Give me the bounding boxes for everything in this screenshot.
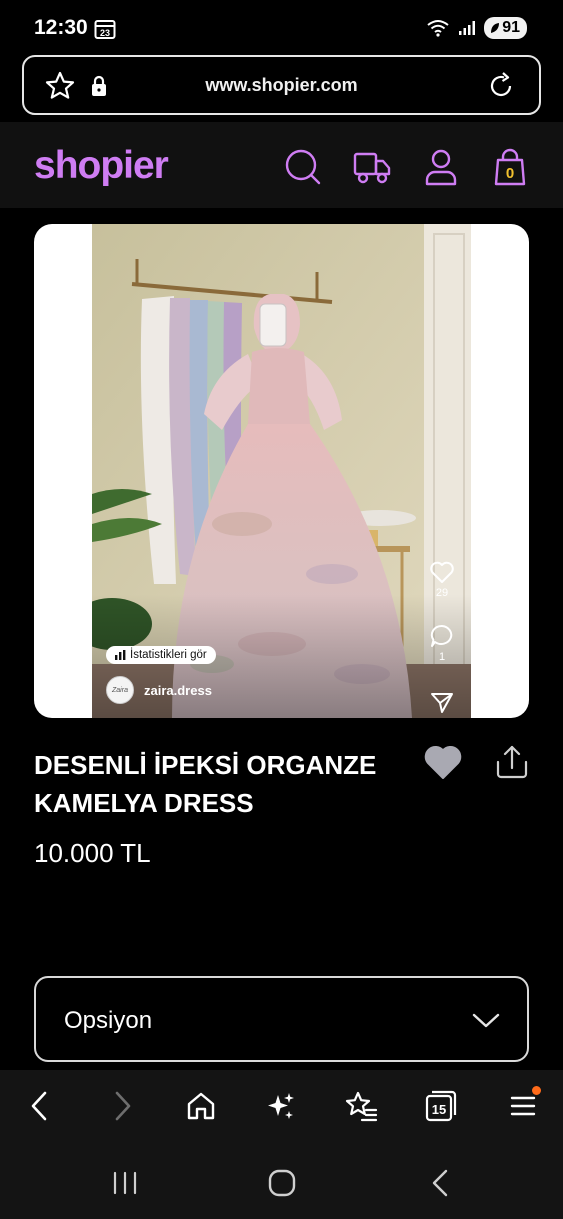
browser-toolbar: 15	[0, 1070, 563, 1146]
battery-indicator: 91	[484, 17, 527, 39]
product-image-card[interactable]: İstatistikleri gör Zaira zaira.dress 29 …	[34, 224, 529, 718]
send-icon	[431, 693, 453, 713]
view-stats-button[interactable]: İstatistikleri gör	[106, 646, 216, 664]
tabs-icon: 15	[425, 1090, 457, 1122]
status-indicators: 91	[426, 17, 527, 39]
shopier-logo[interactable]: shopier	[34, 144, 169, 188]
product-photo[interactable]: İstatistikleri gör Zaira zaira.dress 29 …	[92, 224, 471, 718]
bar-chart-icon	[115, 650, 126, 660]
product-title: DESENLİ İPEKSİ ORGANZE KAMELYA DRESS	[34, 750, 377, 818]
tab-count: 15	[431, 1101, 447, 1117]
like-count: 29	[435, 587, 449, 599]
back-icon	[31, 1091, 47, 1121]
site-header: shopier 0	[0, 122, 563, 208]
reload-icon[interactable]	[485, 70, 517, 102]
bag-icon[interactable]: 0	[491, 148, 529, 186]
home-icon	[187, 1092, 215, 1120]
ai-features-button[interactable]	[263, 1088, 299, 1124]
battery-level: 91	[502, 19, 520, 36]
status-time: 12:30	[34, 16, 88, 39]
back-chevron-icon[interactable]	[424, 1166, 458, 1200]
home-circle-icon[interactable]	[265, 1166, 299, 1200]
menu-button[interactable]	[505, 1086, 541, 1124]
product-price: 10.000 TL	[34, 838, 151, 868]
status-bar: 12:30 23 91	[0, 0, 563, 54]
dress-photo-illustration	[92, 224, 471, 718]
sparkle-icon	[268, 1093, 294, 1119]
heart-outline-icon	[430, 561, 454, 583]
send-action[interactable]	[427, 692, 457, 717]
chevron-down-icon	[472, 1013, 500, 1028]
author-username: zaira.dress	[144, 682, 212, 698]
recents-icon[interactable]	[108, 1166, 142, 1200]
like-action[interactable]: 29	[427, 560, 457, 599]
back-button[interactable]	[22, 1088, 58, 1124]
option-select[interactable]: Opsiyon	[34, 976, 529, 1062]
leaf-icon	[491, 23, 500, 33]
author-avatar: Zaira	[106, 676, 134, 704]
forward-button[interactable]	[104, 1088, 140, 1124]
forward-icon	[115, 1091, 131, 1121]
comment-icon	[430, 624, 453, 647]
wifi-icon	[427, 20, 449, 37]
cart-count: 0	[506, 165, 514, 182]
search-icon[interactable]	[284, 148, 322, 186]
signal-icon	[459, 21, 476, 35]
bookmarks-button[interactable]	[343, 1088, 379, 1124]
calendar-icon: 23	[94, 20, 116, 39]
home-button[interactable]	[183, 1088, 219, 1124]
address-bar[interactable]: www.shopier.com	[22, 55, 541, 115]
comment-action[interactable]: 1	[427, 624, 457, 663]
bookmarks-icon	[345, 1091, 378, 1122]
notification-dot	[532, 1086, 541, 1095]
option-select-label: Opsiyon	[64, 1007, 153, 1034]
favorite-heart-icon[interactable]	[424, 744, 462, 780]
url-text[interactable]: www.shopier.com	[24, 75, 539, 96]
comment-count: 1	[438, 651, 446, 663]
system-navigation-bar	[0, 1146, 563, 1219]
share-icon[interactable]	[494, 744, 530, 780]
tabs-button[interactable]: 15	[423, 1088, 459, 1124]
truck-icon[interactable]	[353, 148, 391, 186]
user-icon[interactable]	[422, 148, 460, 186]
view-stats-label: İstatistikleri gör	[130, 649, 207, 661]
menu-icon	[509, 1086, 541, 1120]
reel-author[interactable]: Zaira zaira.dress	[106, 676, 212, 704]
calendar-day: 23	[100, 28, 110, 38]
